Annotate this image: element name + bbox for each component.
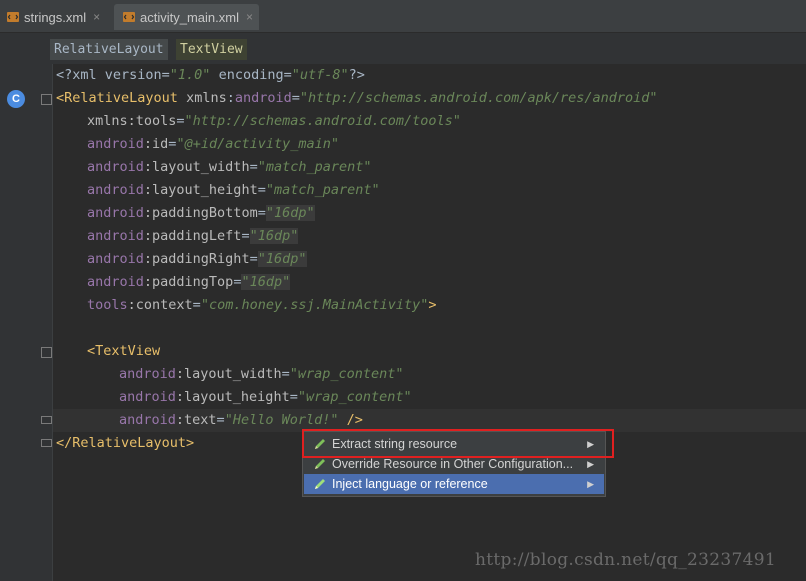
code-line-1: <?xml version="1.0" encoding="utf-8"?> [56, 67, 365, 83]
fold-toggle-icon[interactable] [41, 94, 52, 105]
code-line-13: <TextView [87, 343, 161, 359]
xml-file-icon [6, 10, 20, 24]
code-editor[interactable]: C <?xml version="1.0" encoding="utf-8"?>… [0, 64, 806, 581]
menu-item-extract-string-resource[interactable]: Extract string resource ▶ [304, 434, 604, 454]
submenu-arrow-icon: ▶ [587, 458, 594, 469]
submenu-arrow-icon: ▶ [587, 438, 594, 449]
code-line-5: android:layout_width="match_parent" [87, 159, 372, 175]
intention-pencil-icon [312, 436, 328, 452]
menu-item-label: Extract string resource [332, 437, 458, 451]
tab-strings-xml[interactable]: strings.xml × [6, 4, 100, 30]
tab-activity-main-xml[interactable]: activity_main.xml × [114, 4, 259, 30]
menu-item-override-resource[interactable]: Override Resource in Other Configuration… [304, 454, 604, 474]
breadcrumb-item-textview[interactable]: TextView [176, 39, 247, 60]
editor-gutter [0, 64, 53, 581]
intention-pencil-icon [312, 456, 328, 472]
code-line-16: android:text="Hello World!" /> [119, 412, 363, 428]
code-line-2: <RelativeLayout xmlns:android="http://sc… [56, 90, 658, 106]
tab-label: activity_main.xml [140, 9, 239, 25]
breadcrumb: RelativeLayout TextView [0, 33, 806, 64]
fold-toggle-icon[interactable] [41, 347, 52, 358]
intention-pencil-icon [312, 476, 328, 492]
menu-item-inject-language[interactable]: Inject language or reference ▶ [304, 474, 604, 494]
submenu-arrow-icon: ▶ [587, 478, 594, 489]
fold-end-icon[interactable] [41, 439, 52, 447]
code-line-15: android:layout_height="wrap_content" [119, 389, 412, 405]
code-line-11: tools:context="com.honey.ssj.MainActivit… [87, 297, 437, 313]
watermark: http://blog.csdn.net/qq_23237491 [475, 550, 776, 570]
close-icon[interactable]: × [93, 10, 100, 24]
tab-label: strings.xml [24, 9, 87, 25]
breadcrumb-item-relativelayout[interactable]: RelativeLayout [50, 39, 168, 60]
code-line-8: android:paddingLeft="16dp" [87, 228, 299, 244]
code-line-6: android:layout_height="match_parent" [87, 182, 380, 198]
fold-end-icon[interactable] [41, 416, 52, 424]
intention-actions-popup: Extract string resource ▶ Override Resou… [302, 431, 606, 497]
code-line-4: android:id="@+id/activity_main" [87, 136, 339, 152]
editor-tab-bar: strings.xml × activity_main.xml × [0, 0, 806, 33]
code-line-17: </RelativeLayout> [56, 435, 195, 451]
code-line-14: android:layout_width="wrap_content" [119, 366, 404, 382]
menu-item-label: Inject language or reference [332, 477, 488, 491]
code-line-10: android:paddingTop="16dp" [87, 274, 291, 290]
code-line-9: android:paddingRight="16dp" [87, 251, 307, 267]
code-line-7: android:paddingBottom="16dp" [87, 205, 315, 221]
code-line-3: xmlns:tools="http://schemas.android.com/… [87, 113, 461, 129]
class-badge-icon[interactable]: C [7, 90, 25, 108]
xml-file-icon [122, 10, 136, 24]
close-icon[interactable]: × [246, 10, 253, 24]
menu-item-label: Override Resource in Other Configuration… [332, 457, 574, 471]
